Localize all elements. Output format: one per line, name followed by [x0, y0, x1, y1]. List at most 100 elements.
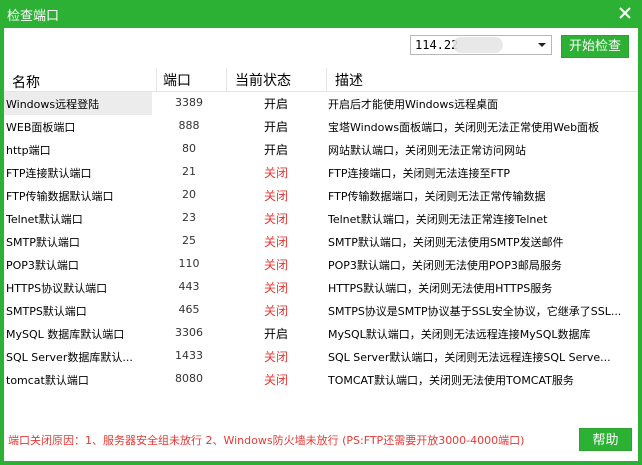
- row-name: HTTPS协议默认端口: [4, 280, 152, 296]
- table-row[interactable]: Windows远程登陆 3389 开启 开启后才能使用Windows远程桌面: [4, 92, 638, 115]
- row-port: 110: [178, 257, 200, 270]
- row-name-text: Windows远程登陆: [6, 98, 100, 111]
- row-description: SMTPS协议是SMTP协议基于SSL安全协议，它继承了SSL...: [328, 305, 622, 318]
- table-row[interactable]: http端口 80 开启 网站默认端口，关闭则无法正常访问网站: [4, 138, 638, 161]
- row-port: 3389: [175, 96, 203, 109]
- row-status: 开启: [263, 97, 288, 111]
- row-name: Telnet默认端口: [4, 211, 152, 227]
- close-button[interactable]: [616, 4, 634, 22]
- row-status: 关闭: [263, 373, 288, 387]
- row-name-text: MySQL 数据库默认端口: [6, 328, 125, 341]
- row-name-text: WEB面板端口: [6, 121, 76, 134]
- title-bar: 检查端口: [0, 0, 642, 28]
- row-description: MySQL默认端口，关闭则无法远程连接MySQL数据库: [328, 328, 591, 341]
- row-port: 443: [178, 280, 200, 293]
- header-status: 当前状态: [226, 68, 291, 91]
- row-description: HTTPS默认端口，关闭则无法使用HTTPS服务: [328, 282, 553, 295]
- row-port: 80: [182, 142, 196, 155]
- row-status: 开启: [263, 120, 288, 134]
- row-port: 1433: [175, 349, 203, 362]
- row-status: 关闭: [263, 281, 288, 295]
- row-description: FTP连接端口，关闭则无法连接至FTP: [328, 167, 510, 180]
- row-description: POP3默认端口，关闭则无法使用POP3邮局服务: [328, 259, 562, 272]
- row-port: 23: [182, 211, 196, 224]
- row-status: 关闭: [263, 166, 288, 180]
- row-description: SQL Server默认端口，关闭则无法远程连接SQL Serve...: [328, 351, 611, 364]
- row-port: 465: [178, 303, 200, 316]
- header-desc: 描述: [326, 68, 363, 91]
- row-name: FTP传输数据默认端口: [4, 188, 152, 204]
- table-row[interactable]: MySQL 数据库默认端口 3306 开启 MySQL默认端口，关闭则无法远程连接My…: [4, 322, 638, 345]
- dropdown-button[interactable]: [533, 36, 551, 54]
- row-name-text: FTP连接默认端口: [6, 167, 92, 180]
- row-status: 关闭: [263, 258, 288, 272]
- row-status: 关闭: [263, 350, 288, 364]
- row-port: 21: [182, 165, 196, 178]
- row-name: SQL Server数据库默认...: [4, 349, 152, 365]
- row-name: SMTPS默认端口: [4, 303, 152, 319]
- row-name: POP3默认端口: [4, 257, 152, 273]
- row-status: 开启: [263, 143, 288, 157]
- row-name-text: HTTPS协议默认端口: [6, 282, 108, 295]
- ip-value: 114.22: [415, 38, 459, 52]
- table-row[interactable]: SMTP默认端口 25 关闭 SMTP默认端口，关闭则无法使用SMTP发送邮件: [4, 230, 638, 253]
- row-description: FTP传输数据端口，关闭则无法正常传输数据: [328, 190, 546, 203]
- table-row[interactable]: WEB面板端口 888 开启 宝塔Windows面板端口，关闭则无法正常使用Web面板: [4, 115, 638, 138]
- close-icon: [619, 7, 631, 19]
- port-check-window: 检查端口 114.22 开始检查 名称 端口 当前状态 描述 Windows远程…: [0, 0, 642, 465]
- row-name: FTP连接默认端口: [4, 165, 152, 181]
- window-title: 检查端口: [7, 9, 60, 24]
- row-description: SMTP默认端口，关闭则无法使用SMTP发送邮件: [328, 236, 564, 249]
- row-port: 3306: [175, 326, 203, 339]
- row-name-text: POP3默认端口: [6, 259, 79, 272]
- footer-panel: 端口关闭原因：1、服务器安全组未放行 2、Windows防火墙未放行 (PS:F…: [4, 414, 638, 461]
- row-name-text: FTP传输数据默认端口: [6, 190, 114, 203]
- row-status: 关闭: [263, 235, 288, 249]
- row-port: 20: [182, 188, 196, 201]
- header-name: 名称: [12, 75, 40, 91]
- table-row[interactable]: SQL Server数据库默认... 1433 关闭 SQL Server默认端口，关…: [4, 345, 638, 368]
- row-name-text: SQL Server数据库默认...: [6, 351, 133, 364]
- row-name: http端口: [4, 142, 152, 158]
- table-row[interactable]: Telnet默认端口 23 关闭 Telnet默认端口，关闭则无法正常连接Telnet: [4, 207, 638, 230]
- table-row[interactable]: tomcat默认端口 8080 关闭 TOMCAT默认端口，关闭则无法使用TOMCAT…: [4, 368, 638, 391]
- row-description: 开启后才能使用Windows远程桌面: [328, 98, 499, 111]
- close-reason-text: 端口关闭原因：1、服务器安全组未放行 2、Windows防火墙未放行 (PS:F…: [8, 434, 525, 447]
- port-table: Windows远程登陆 3389 开启 开启后才能使用Windows远程桌面 WEB面板…: [4, 92, 638, 391]
- footer-bar: 端口关闭原因：1、服务器安全组未放行 2、Windows防火墙未放行 (PS:F…: [0, 414, 642, 465]
- row-status: 关闭: [263, 189, 288, 203]
- row-port: 8080: [175, 372, 203, 385]
- row-description: Telnet默认端口，关闭则无法正常连接Telnet: [328, 213, 548, 226]
- row-description: 网站默认端口，关闭则无法正常访问网站: [328, 144, 526, 157]
- row-status: 关闭: [263, 212, 288, 226]
- row-name: WEB面板端口: [4, 119, 152, 135]
- row-name-text: tomcat默认端口: [6, 374, 89, 387]
- row-name-text: Telnet默认端口: [6, 213, 83, 226]
- row-status: 关闭: [263, 304, 288, 318]
- row-name: MySQL 数据库默认端口: [4, 326, 152, 342]
- chevron-down-icon: [538, 43, 546, 47]
- table-row[interactable]: HTTPS协议默认端口 443 关闭 HTTPS默认端口，关闭则无法使用HTTPS服务: [4, 276, 638, 299]
- row-name: tomcat默认端口: [4, 372, 152, 388]
- row-name-text: http端口: [6, 144, 51, 157]
- content-panel: 114.22 开始检查 名称 端口 当前状态 描述 Windows远程登陆 338…: [4, 28, 638, 414]
- table-row[interactable]: FTP连接默认端口 21 关闭 FTP连接端口，关闭则无法连接至FTP: [4, 161, 638, 184]
- row-description: 宝塔Windows面板端口，关闭则无法正常使用Web面板: [328, 121, 600, 134]
- table-row[interactable]: FTP传输数据默认端口 20 关闭 FTP传输数据端口，关闭则无法正常传输数据: [4, 184, 638, 207]
- help-button[interactable]: 帮助: [579, 428, 632, 451]
- row-description: TOMCAT默认端口，关闭则无法使用TOMCAT服务: [328, 374, 574, 387]
- header-port: 端口: [156, 68, 191, 91]
- table-row[interactable]: POP3默认端口 110 关闭 POP3默认端口，关闭则无法使用POP3邮局服务: [4, 253, 638, 276]
- start-check-button[interactable]: 开始检查: [561, 35, 629, 58]
- row-port: 25: [182, 234, 196, 247]
- ip-redaction: [453, 37, 503, 53]
- table-row[interactable]: SMTPS默认端口 465 关闭 SMTPS协议是SMTP协议基于SSL安全协议，它继…: [4, 299, 638, 322]
- row-name: SMTP默认端口: [4, 234, 152, 250]
- row-name: Windows远程登陆: [4, 92, 152, 115]
- row-port: 888: [178, 119, 200, 132]
- ip-select[interactable]: 114.22: [410, 35, 552, 55]
- row-name-text: SMTP默认端口: [6, 236, 80, 249]
- row-status: 开启: [263, 327, 288, 341]
- row-name-text: SMTPS默认端口: [6, 305, 87, 318]
- table-header: 名称 端口 当前状态 描述: [4, 68, 638, 92]
